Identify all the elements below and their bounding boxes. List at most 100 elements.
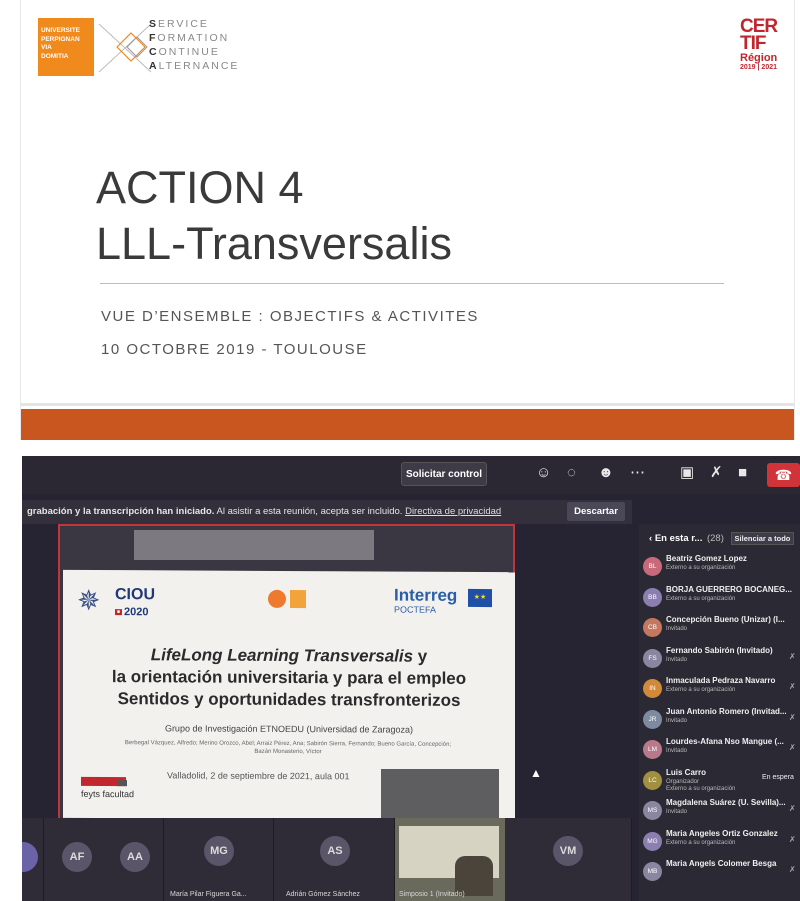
avatar: BB <box>643 587 662 607</box>
chat-icon[interactable]: ◌ <box>567 464 576 482</box>
mic-off-icon: ✗ <box>789 743 796 752</box>
certif-years: 2019 | 2021 <box>740 64 777 71</box>
dismiss-button[interactable]: Descartar <box>567 502 625 521</box>
mic-off-icon: ✗ <box>789 682 796 691</box>
participant-row[interactable]: BB BORJA GUERRERO BOCANEG... Externo a su … <box>639 583 800 611</box>
reactions-icon[interactable]: ☻ <box>598 464 614 482</box>
slide-title: ACTION 4 LLL-Transversalis <box>96 160 452 272</box>
participant-row[interactable]: LM Lourdes-Afana Nso Mangue (... Invitado ✗ <box>639 735 800 763</box>
camera-off-icon[interactable]: ▣ <box>680 464 694 482</box>
avatar: AA <box>120 842 150 872</box>
participant-name: Magdalena Suárez (U. Sevilla)... <box>666 798 786 807</box>
participant-tile[interactable]: VM <box>505 818 632 901</box>
certif-region-logo: CER TIF Région 2019 | 2021 <box>740 17 778 84</box>
mouse-cursor-icon: ▲ <box>530 766 542 780</box>
logo-line: DOMITIA <box>41 52 69 60</box>
mic-off-icon: ✗ <box>789 865 796 874</box>
panel-title: En esta r... <box>654 533 703 544</box>
participant-name: Lourdes-Afana Nso Mangue (... <box>666 737 784 746</box>
divider <box>100 283 724 284</box>
more-icon[interactable]: ⋯ <box>630 464 645 482</box>
avatar: MG <box>204 836 234 866</box>
participant-role: Organizador <box>666 778 700 785</box>
slide-subtitle: VUE D’ENSEMBLE : OBJECTIFS & ACTIVITES <box>101 308 479 325</box>
recording-notice: grabación y la transcripción han iniciad… <box>22 500 632 524</box>
participant-row[interactable]: MG Maria Angeles Ortiz Gonzalez Externo a … <box>639 827 800 855</box>
eu-flag-icon: ★★ <box>468 588 492 608</box>
presentation-slide: UNIVERSITE PERPIGNAN VIA DOMITIA SERVICE… <box>20 0 795 440</box>
privacy-link[interactable]: Directiva de privacidad <box>405 506 501 517</box>
mic-off-icon: ✗ <box>789 834 796 844</box>
participant-name: Maria Angels Colomer Besga <box>666 859 777 868</box>
ciou-logo: ✵ CIOU ■ 2020 <box>77 584 187 621</box>
participant-name: Inmaculada Pedraza Navarro <box>666 676 776 685</box>
participant-name: BORJA GUERRERO BOCANEG... <box>666 584 792 594</box>
participant-tile[interactable]: AS Adrián Gómez Sánchez <box>274 818 395 901</box>
participant-row[interactable]: FS Fernando Sabirón (Invitado) Invitado ✗ <box>639 644 800 672</box>
avatar: VM <box>553 836 583 866</box>
meeting-toolbar: Solicitar control ☺ ◌ ☻ ⋯ ▣ ✗ ■ ☎ <box>22 456 800 494</box>
chevron-left-icon[interactable]: ‹ <box>649 533 652 544</box>
participants-panel: ‹ En esta r... (28) Silenciar a todo BL B… <box>639 524 800 901</box>
avatar: AF <box>62 842 92 872</box>
participant-role: Invitado <box>666 809 688 815</box>
mute-all-button[interactable]: Silenciar a todo <box>730 532 795 545</box>
notice-text: Al asistir a esta reunión, acepta ser in… <box>216 506 403 517</box>
footer-band <box>21 409 794 440</box>
participant-role: Invitado <box>666 748 688 754</box>
participant-row[interactable]: LC Luis Carro Organizador Externo a su orga… <box>639 766 800 794</box>
participant-name: Juan Antonio Romero (Invitad... <box>666 706 787 716</box>
research-group: Grupo de Investigación ETNOEDU (Universi… <box>164 723 414 735</box>
star-icon: ✵ <box>77 584 101 617</box>
avatar: MG <box>643 831 662 851</box>
notice-bold: grabación y la transcripción han iniciad… <box>27 506 215 517</box>
hangup-icon: ☎ <box>774 467 793 483</box>
speaker-name-bar <box>134 530 374 560</box>
interreg-logo: Interreg <box>394 585 458 605</box>
slide-title-line1: ACTION 4 <box>96 162 304 213</box>
participant-tile[interactable]: AF AA <box>44 818 164 901</box>
participant-name: Luis Carro <box>666 767 707 777</box>
flame-logo <box>268 589 306 609</box>
participant-count: (28) <box>706 533 724 544</box>
participant-row[interactable]: MB Maria Angels Colomer Besga ✗ <box>639 857 800 885</box>
avatar: AS <box>320 836 350 866</box>
participant-row[interactable]: CB Concepción Bueno (Unizar) (I... Invitad… <box>639 613 800 641</box>
participant-row[interactable]: IN Inmaculada Pedraza Navarro Externo a su… <box>639 674 800 702</box>
avatar: JR <box>643 709 662 729</box>
participant-tile[interactable] <box>22 818 44 901</box>
certif-region: Région <box>740 52 778 64</box>
authors: Berbegal Vázquez, Alfredo; Merino Orozco… <box>124 740 452 756</box>
avatar: LM <box>643 740 662 759</box>
avatar: LC <box>643 770 662 790</box>
participant-role: Externo a su organización <box>666 595 736 602</box>
avatar: IN <box>643 679 662 698</box>
avatar: CB <box>643 618 662 637</box>
participant-tile[interactable]: MG María Pilar Figuera Ga... <box>164 818 274 901</box>
participant-video-tile[interactable]: Simposio 1 (Invitado) <box>395 818 505 901</box>
mic-off-icon[interactable]: ✗ <box>710 464 723 482</box>
avatar: MS <box>643 801 662 820</box>
talk-title-line3: Sentidos y oportunidades transfronterizo… <box>117 689 461 710</box>
participant-name: Simposio 1 (Invitado) <box>399 891 465 898</box>
participant-name: Adrián Gómez Sánchez <box>286 891 360 898</box>
participant-row[interactable]: JR Juan Antonio Romero (Invitad... Invitad… <box>639 705 800 733</box>
participant-row[interactable]: MS Magdalena Suárez (U. Sevilla)... Invita… <box>639 796 800 824</box>
ciou-name: CIOU <box>115 586 155 604</box>
slide-date-place: 10 OCTOBRE 2019 - TOULOUSE <box>101 341 368 358</box>
hangup-button[interactable]: ☎ <box>767 463 800 487</box>
share-icon[interactable]: ■ <box>738 464 747 482</box>
participant-row[interactable]: BL Beatriz Gomez Lopez Externo a su organi… <box>639 552 800 580</box>
avatar: MB <box>643 862 662 881</box>
participant-role: Invitado <box>666 656 688 663</box>
request-control-button[interactable]: Solicitar control <box>401 462 487 486</box>
teams-meeting-screen: Solicitar control ☺ ◌ ☻ ⋯ ▣ ✗ ■ ☎ grabac… <box>22 456 800 901</box>
slide-title-line2: LLL-Transversalis <box>96 218 452 269</box>
people-icon[interactable]: ☺ <box>536 464 551 482</box>
university-logo: UNIVERSITE PERPIGNAN VIA DOMITIA <box>38 18 94 76</box>
participant-name: María Pilar Figuera Ga... <box>170 891 247 898</box>
avatar <box>22 842 38 872</box>
participant-name: Fernando Sabirón (Invitado) <box>666 645 773 655</box>
talk-title-line1: LifeLong Learning Transversalis y <box>150 645 428 666</box>
sfca-line: SERVICE <box>149 18 209 30</box>
